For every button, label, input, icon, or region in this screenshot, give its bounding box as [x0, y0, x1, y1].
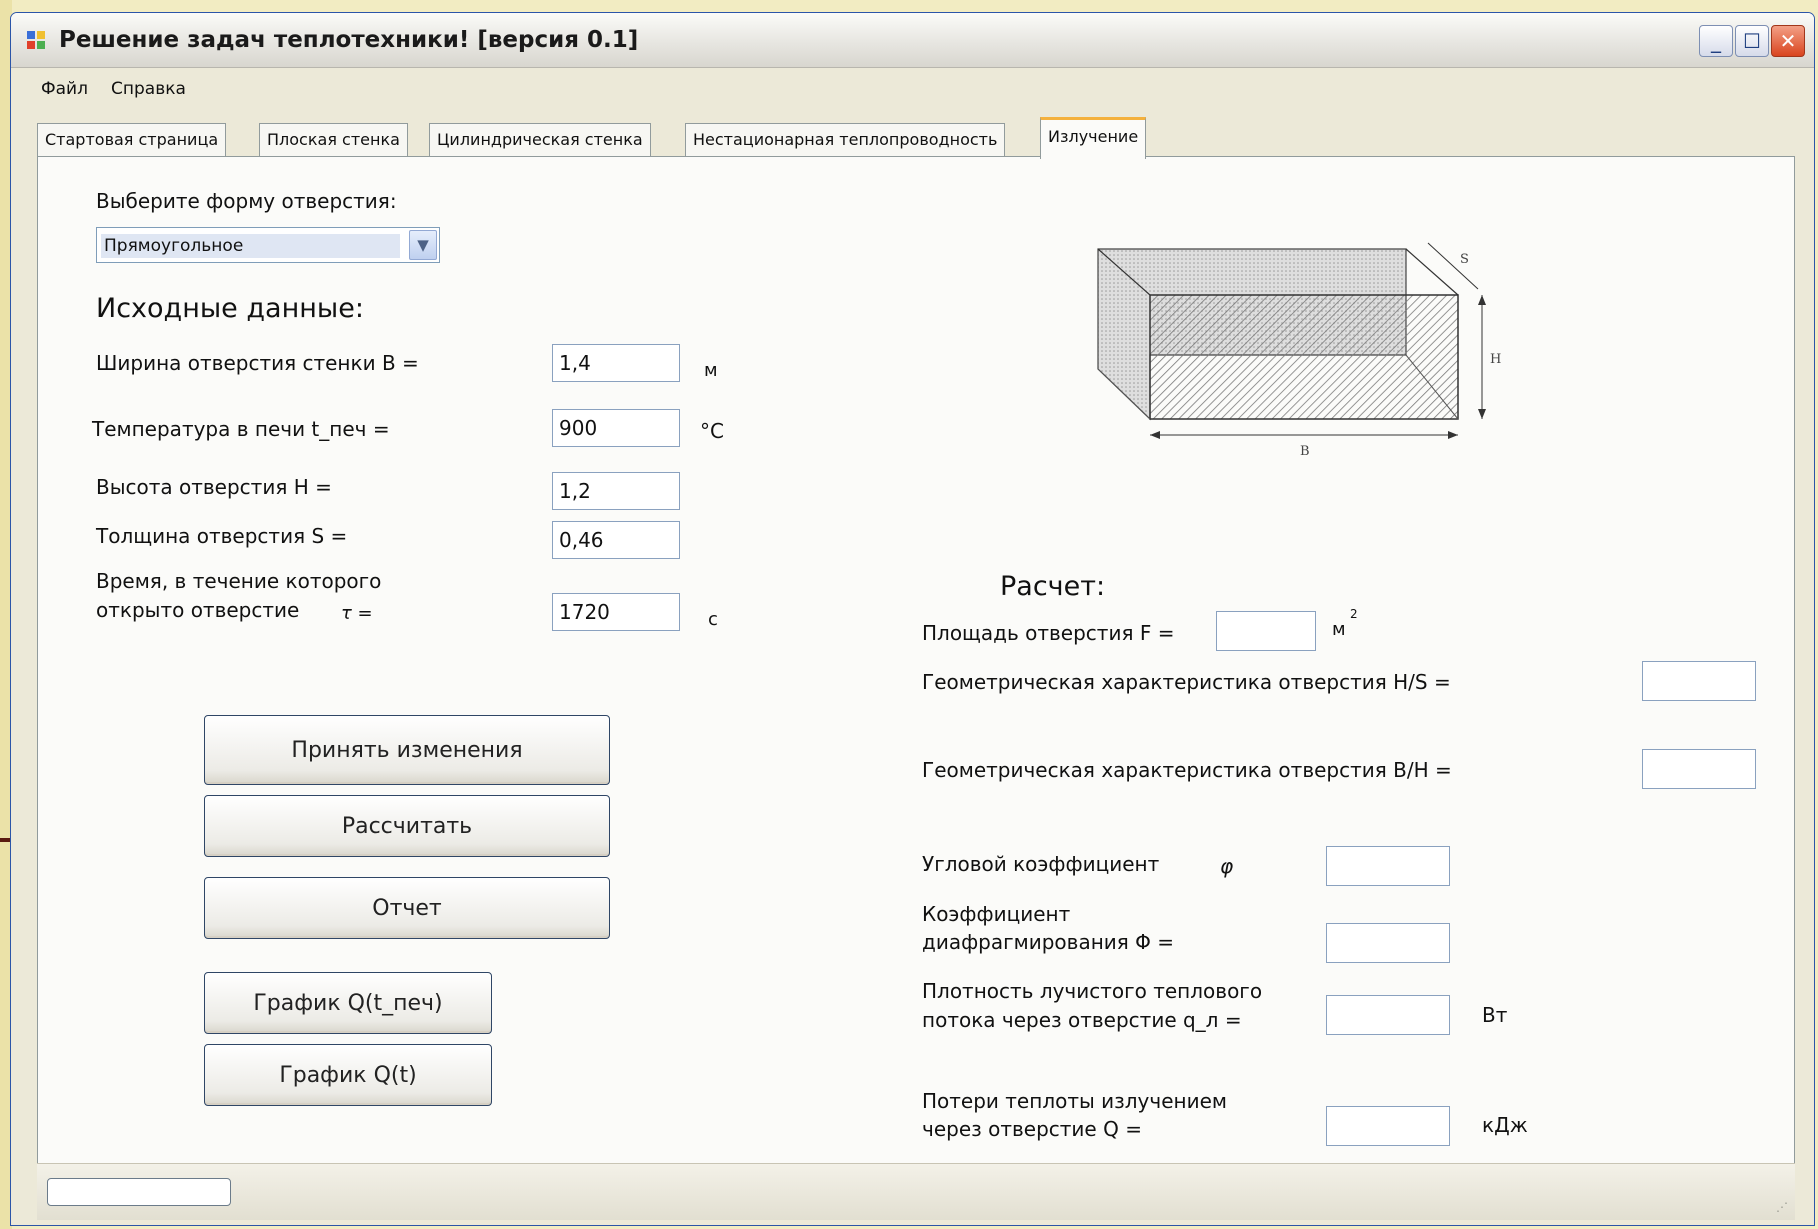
flux-label-line1: Плотность лучистого теплового	[922, 979, 1263, 1003]
angle-coef-label: Угловой коэффициент	[922, 852, 1160, 876]
tab-start-page[interactable]: Стартовая страница	[37, 123, 227, 157]
time-label-line1: Время, в течение которого	[96, 569, 382, 593]
diaph-label-line2: диафрагмирования Φ =	[922, 930, 1175, 954]
flux-output[interactable]	[1326, 995, 1450, 1035]
report-button[interactable]: Отчет	[204, 877, 610, 939]
bh-label: Геометрическая характеристика отверстия …	[922, 758, 1452, 782]
diagram-front-face	[1149, 294, 1459, 420]
minimize-button[interactable]: _	[1699, 25, 1733, 57]
time-unit: с	[708, 609, 718, 630]
area-output[interactable]	[1216, 611, 1316, 651]
status-bar: ⋰	[37, 1163, 1795, 1220]
title-bar: Решение задач теплотехники! [версия 0.1]…	[11, 13, 1814, 68]
bh-output[interactable]	[1642, 749, 1756, 789]
height-label: Высота отверстия H =	[96, 475, 332, 499]
diaph-output[interactable]	[1326, 923, 1450, 963]
loss-label-line1: Потери теплоты излучением	[922, 1089, 1227, 1113]
temp-input[interactable]	[552, 409, 680, 447]
result-heading: Расчет:	[1000, 571, 1106, 602]
thickness-input[interactable]	[552, 521, 680, 559]
graph-q-time-button[interactable]: График Q(t)	[204, 1044, 492, 1106]
loss-unit: кДж	[1482, 1113, 1528, 1137]
area-label: Площадь отверстия F =	[922, 621, 1175, 645]
width-unit: м	[704, 360, 718, 381]
hs-output[interactable]	[1642, 661, 1756, 701]
close-button[interactable]: ✕	[1771, 25, 1805, 57]
phi-symbol: φ	[1220, 854, 1234, 878]
angle-coef-output[interactable]	[1326, 846, 1450, 886]
chevron-down-icon[interactable]: ▼	[409, 230, 437, 260]
diaph-label-line1: Коэффициент	[922, 902, 1071, 926]
graph-q-tpech-button[interactable]: График Q(t_печ)	[204, 972, 492, 1034]
hs-label: Геометрическая характеристика отверстия …	[922, 670, 1451, 694]
time-label-line2: открыто отверстие	[96, 598, 300, 622]
diagram-label-h: H	[1490, 352, 1501, 367]
resize-grip-icon[interactable]: ⋰	[1776, 1200, 1789, 1214]
tab-strip: Стартовая страница Плоская стенка Цилинд…	[37, 117, 1737, 159]
tab-nonstationary-conduction[interactable]: Нестационарная теплопроводность	[685, 123, 1006, 157]
opening-diagram: S H B	[1097, 242, 1501, 459]
width-label: Ширина отверстия стенки B =	[96, 351, 419, 375]
tab-radiation[interactable]: Излучение	[1040, 117, 1147, 159]
apply-changes-button[interactable]: Принять изменения	[204, 715, 610, 785]
temp-unit: °C	[700, 419, 724, 443]
area-unit-superscript: 2	[1350, 607, 1358, 621]
menu-help[interactable]: Справка	[111, 79, 186, 99]
thickness-label: Толщина отверстия S =	[96, 524, 348, 548]
shape-label: Выберите форму отверстия:	[96, 189, 397, 213]
height-input[interactable]	[552, 472, 680, 510]
diagram-label-b: B	[1300, 444, 1310, 459]
temp-label: Температура в печи t_печ =	[92, 417, 390, 441]
tab-flat-wall[interactable]: Плоская стенка	[259, 123, 408, 157]
loss-label-line2: через отверстие Q =	[922, 1117, 1142, 1141]
tab-cylindrical-wall[interactable]: Цилиндрическая стенка	[429, 123, 651, 157]
area-unit: м	[1332, 619, 1346, 640]
diagram-label-s: S	[1460, 252, 1469, 267]
width-input[interactable]	[552, 344, 680, 382]
loss-output[interactable]	[1326, 1106, 1450, 1146]
app-window: Решение задач теплотехники! [версия 0.1]…	[10, 12, 1815, 1226]
radiation-tab-panel: Выберите форму отверстия: Прямоугольное …	[37, 156, 1795, 1172]
input-heading: Исходные данные:	[96, 293, 364, 324]
time-input[interactable]	[552, 593, 680, 631]
menu-bar: Файл Справка	[11, 69, 1814, 107]
shape-select-value: Прямоугольное	[101, 234, 400, 258]
flux-label-line2: потока через отверстие q_л =	[922, 1008, 1242, 1032]
calculate-button[interactable]: Рассчитать	[204, 795, 610, 857]
app-icon	[27, 31, 45, 49]
flux-unit: Вт	[1482, 1003, 1508, 1027]
progress-bar	[47, 1178, 231, 1206]
tau-symbol: τ =	[341, 603, 373, 624]
shape-select[interactable]: Прямоугольное ▼	[96, 227, 440, 263]
maximize-button[interactable]: ☐	[1735, 25, 1769, 57]
window-title: Решение задач теплотехники! [версия 0.1]	[59, 27, 639, 53]
menu-file[interactable]: Файл	[41, 79, 88, 99]
